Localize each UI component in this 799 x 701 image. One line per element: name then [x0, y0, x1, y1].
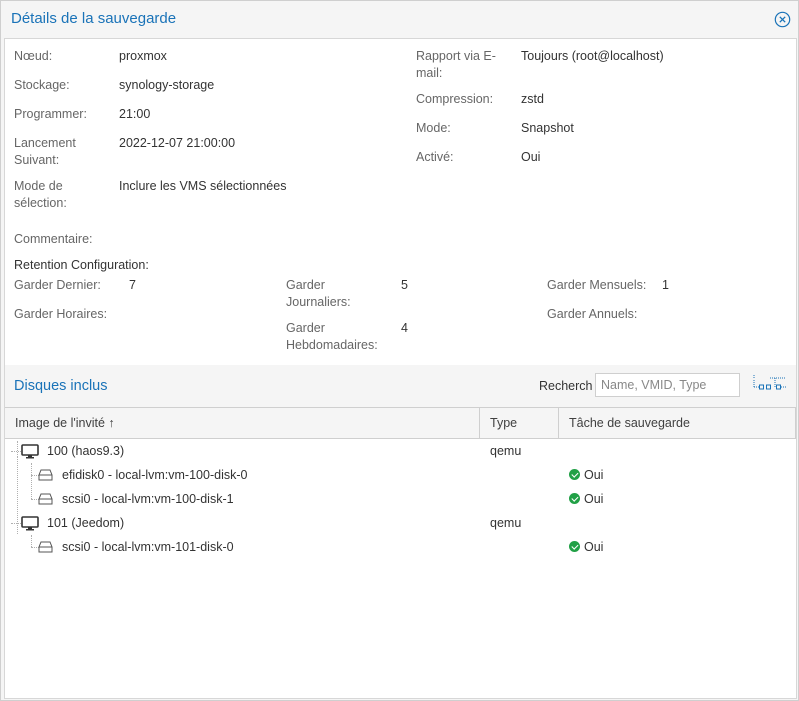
expand-tree-icon[interactable] — [749, 374, 787, 396]
backup-status: Oui — [569, 535, 603, 559]
check-circle-icon — [569, 541, 580, 552]
selection-mode-label-line2: sélection: — [14, 196, 67, 210]
storage-value: synology-storage — [119, 78, 215, 92]
check-circle-icon — [569, 469, 580, 480]
guest-name: 101 (Jeedom) — [47, 516, 125, 530]
selection-mode-label-line1: Mode de — [14, 179, 63, 193]
dialog-body: Nœud: proxmox Stockage: synology-storage… — [4, 38, 797, 699]
compression-value: zstd — [521, 92, 544, 106]
close-icon[interactable] — [774, 11, 791, 28]
guest-type: qemu — [490, 516, 522, 530]
tree-row-disk[interactable]: efidisk0 - local-lvm:vm-100-disk-0 Oui — [5, 463, 796, 487]
mode-label: Mode: — [416, 121, 451, 135]
next-run-label-line1: Lancement — [14, 136, 76, 150]
keep-daily-label-line2: Journaliers: — [286, 295, 351, 309]
search-input[interactable] — [595, 373, 740, 397]
column-header-type-label: Type — [490, 416, 518, 430]
backup-status-label: Oui — [584, 468, 604, 482]
tree-row-disk[interactable]: scsi0 - local-lvm:vm-101-disk-0 Oui — [5, 535, 796, 559]
compression-label: Compression: — [416, 92, 494, 106]
guest-type: qemu — [490, 444, 522, 458]
node-value: proxmox — [119, 49, 167, 63]
keep-daily-value: 5 — [401, 278, 408, 292]
disk-name: efidisk0 - local-lvm:vm-100-disk-0 — [62, 468, 248, 482]
hard-disk-icon — [38, 469, 53, 481]
search-label: Recherch — [539, 379, 593, 393]
column-header-backup-label: Tâche de sauvegarde — [569, 416, 690, 430]
storage-label: Stockage: — [14, 78, 70, 92]
check-circle-icon — [569, 493, 580, 504]
disks-grid: Image de l'invité ↑ Type Tâche de sauveg… — [5, 407, 796, 698]
hard-disk-icon — [38, 493, 53, 505]
backup-details-dialog: Détails de la sauvegarde Nœud: proxmox S… — [0, 0, 799, 701]
backup-status: Oui — [569, 487, 603, 511]
schedule-label: Programmer: — [14, 107, 87, 121]
disk-name: scsi0 - local-lvm:vm-101-disk-0 — [62, 540, 234, 554]
column-header-guest[interactable]: Image de l'invité ↑ — [5, 408, 480, 439]
keep-weekly-value: 4 — [401, 321, 408, 335]
keep-weekly-label-line2: Hebdomadaires: — [286, 338, 378, 352]
backup-status-label: Oui — [584, 492, 604, 506]
column-header-guest-label: Image de l'invité ↑ — [15, 416, 115, 430]
node-label: Nœud: — [14, 49, 53, 63]
disks-panel-header: Disques inclus Recherch — [5, 365, 796, 407]
next-run-value: 2022-12-07 21:00:00 — [119, 136, 236, 150]
dialog-title: Détails de la sauvegarde — [11, 10, 177, 27]
keep-daily-label-line1: Garder — [286, 278, 325, 292]
mail-report-label-line2: mail: — [416, 66, 443, 80]
enabled-label: Activé: — [416, 150, 454, 164]
keep-hourly-label: Garder Horaires: — [14, 307, 108, 321]
tree-row-vm[interactable]: 100 (haos9.3) qemu — [5, 439, 796, 463]
column-header-backup[interactable]: Tâche de sauvegarde — [559, 408, 798, 439]
next-run-label-line2: Suivant: — [14, 153, 60, 167]
mail-report-value: Toujours (root@localhost) — [521, 49, 664, 63]
keep-monthly-value: 1 — [662, 278, 669, 292]
disk-name: scsi0 - local-lvm:vm-100-disk-1 — [62, 492, 234, 506]
enabled-value: Oui — [521, 150, 541, 164]
disks-panel-title: Disques inclus — [14, 378, 108, 394]
schedule-value: 21:00 — [119, 107, 151, 121]
selection-mode-value: Inclure les VMS sélectionnées — [119, 179, 287, 193]
keep-weekly-label-line1: Garder — [286, 321, 325, 335]
dialog-titlebar: Détails de la sauvegarde — [1, 1, 798, 37]
mode-value: Snapshot — [521, 121, 574, 135]
monitor-icon — [21, 516, 39, 531]
column-header-type[interactable]: Type — [480, 408, 559, 439]
guest-name: 100 (haos9.3) — [47, 444, 125, 458]
tree-row-vm[interactable]: 101 (Jeedom) qemu — [5, 511, 796, 535]
backup-status: Oui — [569, 463, 603, 487]
tree-row-disk[interactable]: scsi0 - local-lvm:vm-100-disk-1 Oui — [5, 487, 796, 511]
keep-last-label: Garder Dernier: — [14, 278, 101, 292]
hard-disk-icon — [38, 541, 53, 553]
retention-title: Retention Configuration: — [14, 258, 149, 272]
keep-yearly-label: Garder Annuels: — [547, 307, 638, 321]
grid-header: Image de l'invité ↑ Type Tâche de sauveg… — [5, 407, 796, 439]
backup-status-label: Oui — [584, 540, 604, 554]
monitor-icon — [21, 444, 39, 459]
comment-label: Commentaire: — [14, 232, 93, 246]
keep-last-value: 7 — [129, 278, 136, 292]
mail-report-label-line1: Rapport via E- — [416, 49, 496, 63]
keep-monthly-label: Garder Mensuels: — [547, 278, 647, 292]
